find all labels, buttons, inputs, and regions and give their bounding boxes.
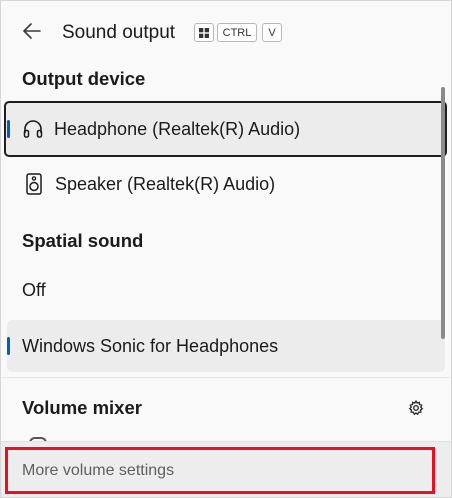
gear-icon[interactable] bbox=[405, 397, 427, 419]
device-label: Headphone (Realtek(R) Audio) bbox=[54, 118, 301, 139]
selected-indicator bbox=[7, 337, 10, 355]
back-arrow-icon bbox=[23, 22, 41, 44]
device-label: Speaker (Realtek(R) Audio) bbox=[55, 173, 276, 194]
more-volume-settings-link[interactable]: More volume settings bbox=[5, 447, 435, 494]
device-item-headphone[interactable]: Headphone (Realtek(R) Audio) bbox=[4, 101, 447, 157]
panel-header: Sound output CTRL V bbox=[1, 1, 452, 63]
device-item-speaker[interactable]: Speaker (Realtek(R) Audio) bbox=[7, 158, 445, 210]
sound-output-panel: Sound output CTRL V Output device Headph… bbox=[0, 0, 452, 498]
spatial-option-off[interactable]: Off bbox=[7, 264, 445, 316]
back-button[interactable] bbox=[15, 17, 49, 49]
scrollbar[interactable] bbox=[441, 87, 445, 339]
win-key-icon bbox=[194, 23, 214, 42]
selected-indicator bbox=[7, 120, 10, 138]
footer-link-label: More volume settings bbox=[22, 461, 175, 479]
output-device-heading: Output device bbox=[22, 68, 146, 89]
volume-mixer-heading: Volume mixer bbox=[22, 397, 142, 418]
option-label: Off bbox=[22, 279, 46, 300]
page-title: Sound output bbox=[62, 22, 176, 43]
headphone-icon bbox=[22, 118, 44, 140]
spatial-option-windows-sonic[interactable]: Windows Sonic for Headphones bbox=[7, 320, 445, 372]
v-keycap: V bbox=[262, 23, 282, 42]
ctrl-keycap: CTRL bbox=[217, 23, 257, 42]
option-label: Windows Sonic for Headphones bbox=[22, 335, 279, 356]
spatial-sound-heading: Spatial sound bbox=[22, 230, 144, 251]
divider bbox=[1, 377, 451, 378]
speaker-icon bbox=[23, 173, 45, 195]
